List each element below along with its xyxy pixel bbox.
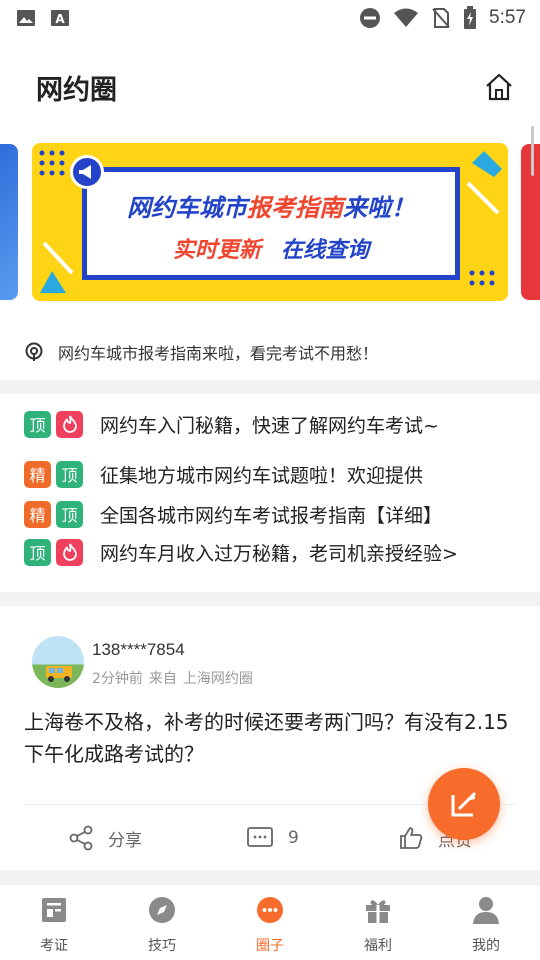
tab-label: 福利 [364, 938, 392, 954]
broadcast-icon [25, 342, 43, 361]
banner-card: 网约车城市报考指南来啦！ 实时更新 在线查询 [82, 167, 460, 280]
banner-slide[interactable]: 网约车城市报考指南来啦！ 实时更新 在线查询 [32, 143, 508, 301]
flame-icon [56, 538, 83, 566]
notice-text: 网约车城市报考指南来啦，看完考试不用愁！ [58, 344, 379, 363]
do-not-disturb-icon [360, 8, 381, 28]
no-sim-icon [432, 8, 450, 28]
comment-icon [247, 827, 273, 847]
wifi-icon [394, 8, 419, 27]
tab-circle[interactable]: 圈子 [216, 885, 324, 960]
share-icon [69, 825, 93, 851]
share-label: 分享 [108, 830, 142, 851]
tab-label: 我的 [472, 938, 500, 954]
tag-featured: 精 [24, 460, 51, 488]
compose-button[interactable] [428, 768, 500, 840]
exam-icon [42, 898, 66, 922]
banner-subline-a: 实时更新 [172, 238, 261, 263]
svg-text:A: A [55, 12, 65, 26]
tab-label: 考证 [40, 938, 68, 954]
avatar[interactable] [32, 636, 84, 688]
bottom-tab-bar: 考证 技巧 圈子 福利 我的 [0, 884, 540, 960]
status-time: 5:57 [489, 7, 526, 28]
banner-subline-b: 在线查询 [281, 238, 370, 263]
post-circle[interactable]: 上海网约圈 [183, 671, 253, 687]
banner-headline-b: 报考指南 [247, 194, 343, 222]
topic-item[interactable]: 精 顶 征集地方城市网约车试题啦！欢迎提供 [24, 459, 423, 489]
tab-welfare[interactable]: 福利 [324, 885, 432, 960]
topic-item[interactable]: 顶 网约车月收入过万秘籍，老司机亲授经验> [24, 537, 458, 567]
tab-mine[interactable]: 我的 [432, 885, 540, 960]
battery-charging-icon [464, 6, 477, 29]
topic-item[interactable]: 精 顶 全国各城市网约车考试报考指南【详细】 [24, 499, 442, 529]
topic-title: 网约车月收入过万秘籍，老司机亲授经验> [100, 542, 458, 565]
tag-pinned: 顶 [56, 460, 83, 488]
compose-icon [451, 791, 477, 817]
megaphone-icon [70, 155, 104, 189]
banner-carousel[interactable]: 网约车城市报考指南来啦！ 实时更新 在线查询 [0, 126, 540, 320]
flame-icon [56, 410, 83, 438]
home-icon[interactable] [484, 72, 514, 102]
tag-pinned: 顶 [56, 500, 83, 528]
tab-label: 圈子 [256, 938, 284, 954]
thumbs-up-icon [400, 827, 423, 849]
banner-headline-c: 来啦！ [343, 194, 415, 222]
person-icon [473, 897, 499, 924]
banner-prev-slide[interactable] [0, 144, 18, 300]
post-username[interactable]: 138****7854 [92, 640, 185, 660]
gift-icon [366, 900, 390, 923]
post-time: 2分钟前 [92, 671, 143, 687]
tab-exam[interactable]: 考证 [0, 885, 108, 960]
topic-title: 全国各城市网约车考试报考指南【详细】 [100, 504, 443, 527]
post-meta: 2分钟前 来自 上海网约圈 [92, 668, 259, 688]
scroll-indicator [531, 126, 534, 176]
banner-subline: 实时更新 在线查询 [87, 232, 455, 264]
tag-pinned: 顶 [24, 410, 51, 438]
tab-tips[interactable]: 技巧 [108, 885, 216, 960]
share-button[interactable]: 分享 [68, 820, 142, 856]
tag-pinned: 顶 [24, 538, 51, 566]
compass-icon [149, 897, 175, 923]
topic-title: 网约车入门秘籍，快速了解网约车考试~ [100, 414, 439, 437]
banner-headline-a: 网约车城市 [127, 194, 247, 222]
tag-featured: 精 [24, 500, 51, 528]
font-notification-icon: A [51, 10, 69, 26]
topic-item[interactable]: 顶 网约车入门秘籍，快速了解网约车考试~ [24, 409, 439, 439]
pinned-topics: 顶 网约车入门秘籍，快速了解网约车考试~ 精 顶 征集地方城市网约车试题啦！欢迎… [0, 394, 540, 592]
banner-headline: 网约车城市报考指南来啦！ [87, 188, 455, 223]
comment-button[interactable]: 9 [246, 820, 299, 856]
chat-bubble-icon [257, 897, 283, 923]
comment-count: 9 [288, 828, 299, 848]
status-bar: A 5:57 [0, 0, 540, 36]
gallery-notification-icon [17, 10, 35, 26]
header: 网约圈 [0, 36, 540, 126]
page-title: 网约圈 [36, 75, 117, 106]
post-from: 来自 [148, 671, 177, 687]
post-body[interactable]: 上海卷不及格，补考的时候还要考两门吗？有没有2.15下午化成路考试的？ [24, 706, 514, 770]
tab-label: 技巧 [148, 938, 176, 954]
topic-title: 征集地方城市网约车试题啦！欢迎提供 [100, 464, 424, 487]
notice-bar[interactable]: 网约车城市报考指南来啦，看完考试不用愁！ [0, 320, 540, 380]
